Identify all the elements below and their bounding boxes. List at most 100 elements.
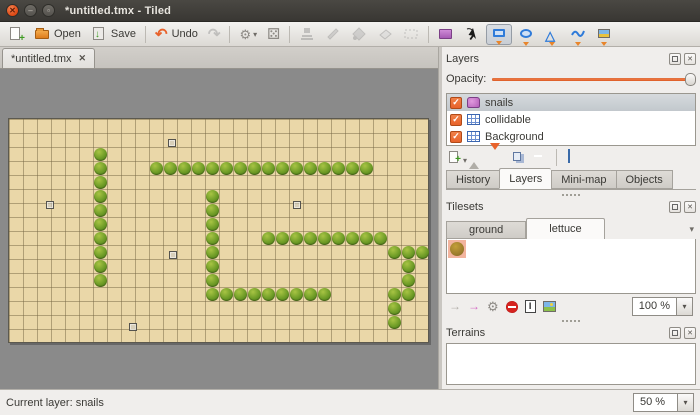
layer-visibility-checkbox[interactable]: ✓ bbox=[450, 97, 462, 109]
dock-tab-mini-map[interactable]: Mini-map bbox=[551, 170, 615, 189]
lettuce-tile bbox=[94, 232, 107, 245]
eraser-button[interactable] bbox=[373, 24, 397, 45]
chevron-down-icon[interactable]: ▾ bbox=[676, 297, 693, 316]
new-layer-button[interactable]: + ▾ bbox=[448, 150, 463, 165]
new-object-group-button[interactable] bbox=[434, 24, 458, 45]
lettuce-tile bbox=[388, 288, 401, 301]
terrains-dock-header: Terrains ✕ bbox=[446, 324, 696, 341]
save-label: Save bbox=[111, 28, 136, 40]
lettuce-tile bbox=[94, 176, 107, 189]
lettuce-tile bbox=[206, 246, 219, 259]
redo-button[interactable]: ↷ bbox=[204, 24, 225, 45]
save-button[interactable]: ↓ Save bbox=[87, 24, 140, 45]
terrain-brush-button[interactable] bbox=[321, 24, 345, 45]
undo-button[interactable]: ↶ Undo bbox=[151, 24, 202, 45]
layer-visibility-checkbox[interactable]: ✓ bbox=[450, 114, 462, 126]
map-zoom-combo[interactable]: 50 % ▾ bbox=[633, 393, 694, 412]
map-object-marker[interactable] bbox=[168, 139, 176, 147]
highlight-layer-button[interactable] bbox=[566, 150, 581, 165]
insert-tile-object-button[interactable] bbox=[592, 24, 616, 45]
raise-layer-button[interactable] bbox=[469, 150, 484, 165]
map-object-marker[interactable] bbox=[129, 323, 137, 331]
lettuce-tile bbox=[234, 162, 247, 175]
tab-untitled-tmx[interactable]: *untitled.tmx ✕ bbox=[2, 48, 95, 68]
opacity-slider[interactable] bbox=[492, 72, 696, 86]
map-object-marker[interactable] bbox=[169, 251, 177, 259]
lettuce-tile bbox=[206, 232, 219, 245]
export-tileset-icon[interactable]: → bbox=[468, 300, 480, 312]
insert-polyline-button[interactable] bbox=[566, 24, 590, 45]
tab-close-icon[interactable]: ✕ bbox=[79, 53, 87, 64]
layer-row-snails[interactable]: ✓snails bbox=[447, 94, 695, 111]
close-panel-icon[interactable]: ✕ bbox=[684, 327, 696, 339]
selected-tile[interactable] bbox=[448, 240, 466, 258]
tileset-zoom-combo[interactable]: 100 % ▾ bbox=[632, 297, 693, 316]
float-panel-icon[interactable] bbox=[669, 53, 681, 65]
insert-ellipse-button[interactable] bbox=[514, 24, 538, 45]
insert-rectangle-button[interactable] bbox=[486, 24, 512, 45]
tileset-toolbar: → → ⚙ I 100 % ▾ bbox=[445, 294, 697, 318]
rect-select-button[interactable] bbox=[399, 24, 423, 45]
layer-list: ✓snails✓collidable✓Background bbox=[446, 93, 696, 146]
stamp-brush-button[interactable] bbox=[295, 24, 319, 45]
opacity-row: Opacity: bbox=[446, 69, 696, 89]
undo-icon: ↶ bbox=[155, 27, 168, 42]
right-panel: Layers ✕ Opacity: ✓snails✓collidable✓Bac… bbox=[442, 47, 700, 389]
edit-terrain-icon[interactable]: I bbox=[525, 300, 536, 313]
terrains-list[interactable] bbox=[446, 343, 696, 385]
lettuce-tile bbox=[388, 246, 401, 259]
ground-tile-thumbnail bbox=[450, 242, 464, 256]
map-object-marker[interactable] bbox=[293, 201, 301, 209]
import-tileset-icon[interactable]: → bbox=[449, 300, 461, 312]
lettuce-tile bbox=[178, 162, 191, 175]
dice-icon: ⚄ bbox=[267, 27, 280, 42]
float-panel-icon[interactable] bbox=[669, 327, 681, 339]
bucket-fill-button[interactable] bbox=[347, 24, 371, 45]
window-close-button[interactable]: ✕ bbox=[6, 4, 19, 17]
map-object-marker[interactable] bbox=[46, 201, 54, 209]
float-panel-icon[interactable] bbox=[669, 201, 681, 213]
tileset-tab-ground[interactable]: ground bbox=[446, 221, 526, 239]
map-view[interactable] bbox=[0, 69, 438, 389]
lower-layer-button[interactable] bbox=[490, 150, 505, 165]
layers-dock-header: Layers ✕ bbox=[446, 50, 696, 67]
close-panel-icon[interactable]: ✕ bbox=[684, 53, 696, 65]
tileset-properties-gear-icon[interactable]: ⚙ bbox=[487, 300, 499, 313]
open-button[interactable]: Open bbox=[30, 24, 85, 45]
new-file-button[interactable]: + bbox=[4, 24, 28, 45]
layer-visibility-checkbox[interactable]: ✓ bbox=[450, 131, 462, 143]
window-minimize-button[interactable]: – bbox=[24, 4, 37, 17]
lettuce-tile bbox=[94, 274, 107, 287]
chevron-down-icon[interactable]: ▾ bbox=[677, 393, 694, 412]
duplicate-layer-button[interactable] bbox=[511, 150, 526, 165]
lettuce-tile bbox=[206, 190, 219, 203]
dock-tab-history[interactable]: History bbox=[446, 170, 499, 189]
splitter-grip[interactable] bbox=[562, 318, 580, 323]
select-objects-button[interactable] bbox=[460, 24, 484, 45]
tileset-tab-dropdown-icon[interactable]: ▾ bbox=[689, 224, 694, 235]
lettuce-tile bbox=[304, 288, 317, 301]
lettuce-tile bbox=[206, 204, 219, 217]
new-tileset-image-icon[interactable] bbox=[543, 301, 556, 312]
lettuce-tile bbox=[346, 162, 359, 175]
remove-tileset-icon[interactable] bbox=[506, 301, 518, 313]
dock-tab-objects[interactable]: Objects bbox=[616, 170, 673, 189]
random-mode-button[interactable]: ⚄ bbox=[263, 24, 284, 45]
close-panel-icon[interactable]: ✕ bbox=[684, 201, 696, 213]
layer-row-background[interactable]: ✓Background bbox=[447, 128, 695, 145]
opacity-slider-handle[interactable] bbox=[685, 73, 696, 86]
map-canvas[interactable] bbox=[8, 118, 429, 343]
lettuce-tile bbox=[248, 288, 261, 301]
splitter-grip[interactable] bbox=[562, 192, 580, 197]
rect-select-icon bbox=[403, 26, 419, 42]
lettuce-tile bbox=[276, 288, 289, 301]
automap-button[interactable]: ⚙ ▾ bbox=[235, 24, 261, 45]
lettuce-tile bbox=[290, 162, 303, 175]
window-maximize-button[interactable]: ▫ bbox=[42, 4, 55, 17]
tileset-tab-lettuce[interactable]: lettuce bbox=[526, 218, 604, 239]
layer-row-collidable[interactable]: ✓collidable bbox=[447, 111, 695, 128]
insert-polygon-button[interactable]: △ bbox=[540, 24, 564, 45]
remove-layer-button[interactable] bbox=[532, 150, 547, 165]
dock-tab-layers[interactable]: Layers bbox=[499, 168, 551, 189]
tileset-view[interactable] bbox=[446, 239, 696, 294]
